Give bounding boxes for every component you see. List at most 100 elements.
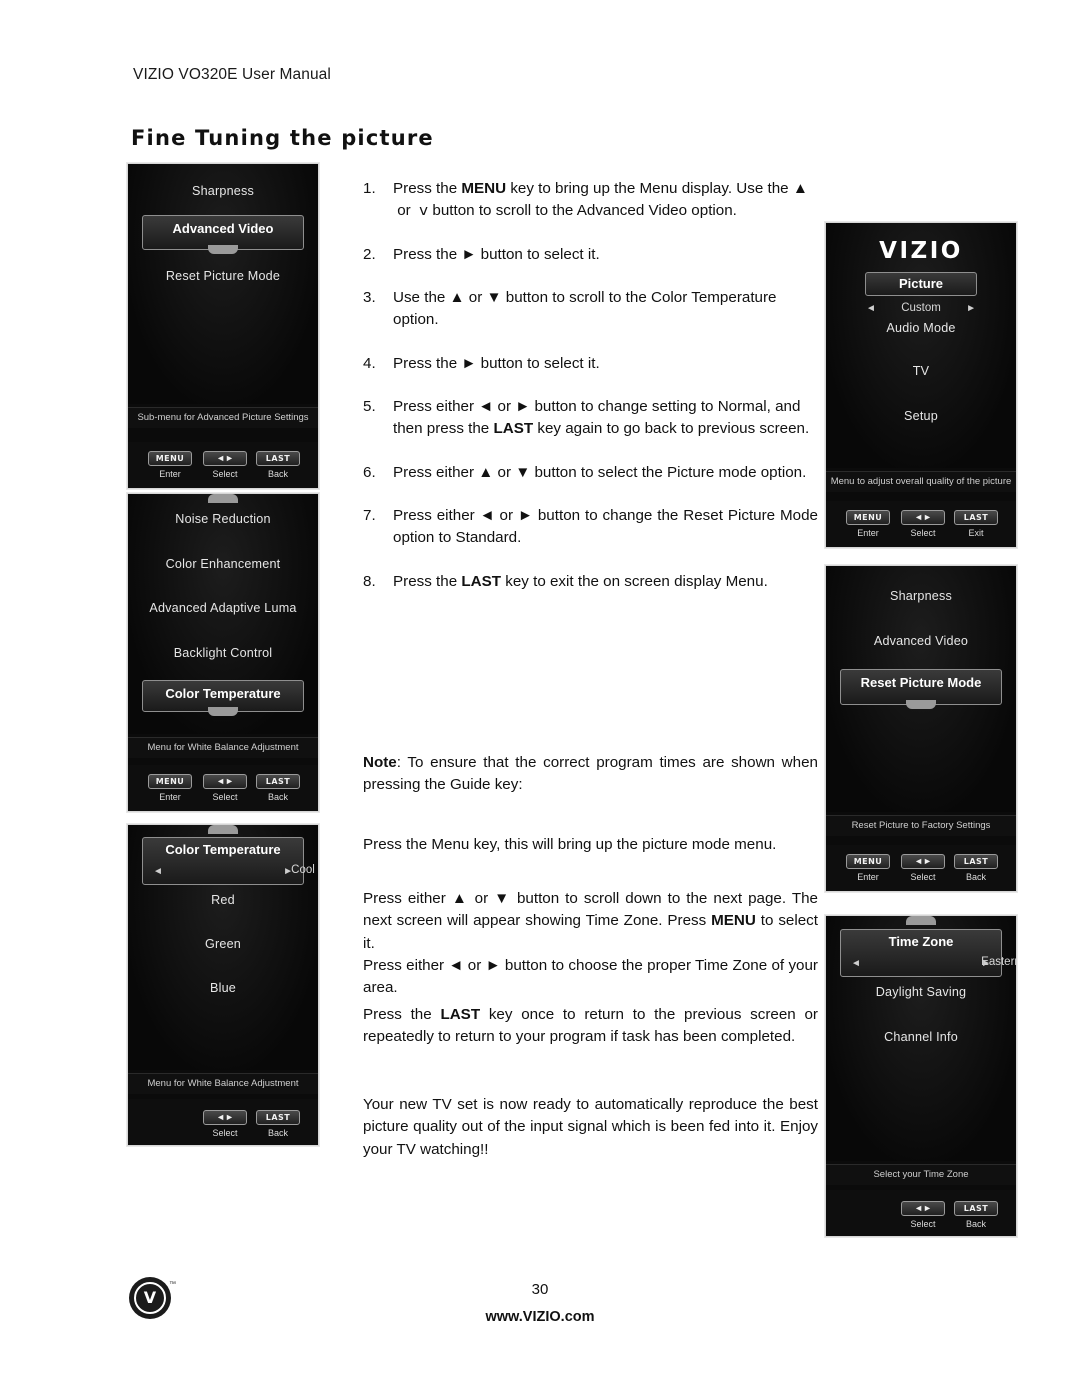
menu-item-advanced-video-highlighted[interactable]: Advanced Video [142,215,304,254]
menu-item-label: Picture [898,276,944,291]
menu-item-label: Color Temperature [165,842,281,857]
osd-picture-menu: VIZIO Picture Custom ◄ ► Audio Mode TV S… [825,222,1017,548]
list-item-number: 5. [363,398,376,416]
arrow-left-icon[interactable]: ◄ [851,958,861,969]
list-item: 5. Press either ◄ or ► button to change … [363,396,818,441]
list-item-number: 6. [363,463,376,481]
chevron-up-icon [906,916,936,925]
key-label: Enter [857,872,879,882]
menu-item-picture-value: Custom [901,302,941,314]
key-label: Select [910,528,936,538]
key-cap: MENU [148,774,192,789]
menu-item-channel-info[interactable]: Channel Info [826,1030,1016,1044]
menu-item-reset-picture-mode-highlighted[interactable]: Reset Picture Mode [840,669,1002,709]
paragraph-5: Your new TV set is now ready to automati… [363,1096,818,1158]
list-item: 8. Press the LAST key to exit the on scr… [363,571,818,593]
key-select[interactable]: ◄► Select [901,1200,945,1229]
list-item-text: Press the ► button to select it. [393,354,600,372]
osd-advanced-video-submenu: Noise Reduction Color Enhancement Advanc… [127,493,319,812]
menu-item-label: Advanced Video [172,221,274,236]
menu-item-sharpness[interactable]: Sharpness [128,184,318,198]
osd-key-bar: ◄► Select LAST Back [128,1099,318,1145]
page-title: Fine Tuning the picture [131,126,434,150]
list-item-text: Press the ► button to select it. [393,245,600,263]
list-item-number: 8. [363,572,376,590]
key-select[interactable]: ◄► Select [901,853,945,882]
arrow-left-icon[interactable]: ◄ [153,866,163,877]
list-item-text: Use the ▲ or ▼ button to scroll to the C… [393,289,777,329]
osd-caption: Menu for White Balance Adjustment [128,737,318,758]
menu-item-sharpness[interactable]: Sharpness [826,589,1016,603]
list-item: 1. Press the MENU key to bring up the Me… [363,178,818,223]
key-cap: LAST [954,1201,998,1216]
list-item: 6. Press either ▲ or ▼ button to select … [363,462,818,484]
menu-item-green[interactable]: Green [128,937,318,951]
key-last[interactable]: LAST Back [256,450,300,479]
arrow-right-icon[interactable]: ► [981,958,991,969]
key-menu[interactable]: MENU Enter [846,509,890,538]
key-cap: ◄► [901,510,945,525]
list-item-text: Press either ◄ or ► button to change the… [393,507,818,547]
menu-item-blue[interactable]: Blue [128,981,318,995]
menu-item-time-zone-highlighted[interactable]: Time Zone Eastern ◄ ► [840,929,1016,977]
footer-url: www.VIZIO.com [485,1309,595,1325]
key-last[interactable]: LAST Exit [954,509,998,538]
key-last[interactable]: LAST Back [256,773,300,802]
key-last[interactable]: LAST Back [256,1109,300,1138]
key-label: Select [212,792,238,802]
key-menu[interactable]: MENU Enter [846,853,890,882]
key-select[interactable]: ◄► Select [203,1109,247,1138]
osd-screen [128,164,318,404]
menu-item-reset-picture-mode[interactable]: Reset Picture Mode [128,269,318,283]
osd-key-bar: MENU Enter ◄► Select LAST Exit [826,501,1016,547]
list-item-number: 4. [363,354,376,372]
menu-item-picture-highlighted[interactable]: Picture [865,272,977,296]
key-select[interactable]: ◄► Select [203,450,247,479]
key-label: Exit [968,528,984,538]
menu-item-advanced-adaptive-luma[interactable]: Advanced Adaptive Luma [128,601,318,615]
menu-item-noise-reduction[interactable]: Noise Reduction [128,512,318,526]
osd-key-bar: MENU Enter ◄► Select LAST Back [128,765,318,811]
list-item-text: Press the LAST key to exit the on screen… [393,572,768,590]
key-last[interactable]: LAST Back [954,853,998,882]
key-select[interactable]: ◄► Select [901,509,945,538]
osd-color-temperature: Color Temperature Cool ◄ ► Red Green Blu… [127,824,319,1146]
key-cap: ◄► [901,854,945,869]
osd-caption: Menu for White Balance Adjustment [128,1073,318,1094]
key-cap: LAST [256,1110,300,1125]
chevron-down-icon [906,700,936,709]
arrow-right-icon[interactable]: ► [283,866,293,877]
key-cap: MENU [846,510,890,525]
menu-item-color-enhancement[interactable]: Color Enhancement [128,557,318,571]
key-label: Select [910,1219,936,1229]
key-cap: LAST [256,451,300,466]
instruction-list: 1. Press the MENU key to bring up the Me… [363,178,818,614]
menu-item-backlight-control[interactable]: Backlight Control [128,646,318,660]
list-item: 4. Press the ► button to select it. [363,353,818,375]
key-last[interactable]: LAST Back [954,1200,998,1229]
menu-item-color-temperature-highlighted[interactable]: Color Temperature Cool ◄ ► [142,837,315,885]
key-cap: LAST [954,854,998,869]
menu-item-audio-mode[interactable]: Audio Mode [826,321,1016,335]
arrow-left-icon[interactable]: ◄ [866,303,876,314]
menu-item-tv[interactable]: TV [826,364,1016,378]
menu-item-daylight-saving[interactable]: Daylight Saving [826,985,1016,999]
key-select[interactable]: ◄► Select [203,773,247,802]
list-item-text: Press either ▲ or ▼ button to select the… [393,463,807,481]
key-cap: MENU [148,451,192,466]
key-label: Select [910,872,936,882]
key-menu[interactable]: MENU Enter [148,773,192,802]
chevron-up-icon [208,494,238,503]
menu-item-advanced-video[interactable]: Advanced Video [826,634,1016,648]
key-cap: ◄► [203,451,247,466]
menu-item-color-temperature-highlighted[interactable]: Color Temperature [142,680,304,716]
key-cap: ◄► [203,1110,247,1125]
menu-item-setup[interactable]: Setup [826,409,1016,423]
arrow-right-icon[interactable]: ► [966,303,976,314]
page-number: 30 [531,1281,549,1298]
osd-advanced-video: Sharpness Advanced Video Reset Picture M… [127,163,319,489]
key-cap: LAST [256,774,300,789]
key-menu[interactable]: MENU Enter [148,450,192,479]
menu-item-red[interactable]: Red [128,893,318,907]
list-item-text: Press the MENU key to bring up the Menu … [393,180,808,220]
